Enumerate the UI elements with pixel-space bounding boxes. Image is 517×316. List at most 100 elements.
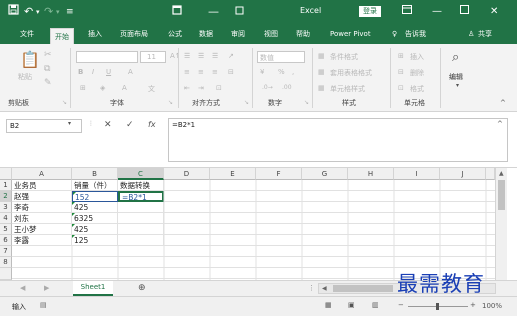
font-color-icon[interactable]: A (128, 68, 133, 76)
decrease-decimal-icon[interactable]: .00 (282, 84, 292, 91)
bold-button[interactable]: B (78, 68, 83, 76)
cell-styles-icon[interactable]: ▦ (318, 84, 325, 92)
increase-indent-icon[interactable]: ⇥ (198, 84, 204, 92)
tab-formulas[interactable]: 公式 (168, 28, 182, 40)
tab-insert[interactable]: 插入 (88, 28, 102, 40)
zoom-slider[interactable] (408, 303, 468, 310)
font-color-2-icon[interactable]: A (122, 84, 127, 92)
format-table-icon[interactable]: ▦ (318, 68, 325, 76)
normal-view-icon[interactable]: ▦ (325, 301, 332, 309)
font-size-select[interactable]: 11 (140, 51, 166, 63)
next-sheet-icon[interactable]: ▶ (44, 284, 49, 292)
format-cells-icon[interactable]: ⊡ (398, 84, 404, 92)
column-header[interactable]: E (210, 168, 256, 180)
login-button[interactable]: 登录 (359, 6, 381, 17)
align-bottom-icon[interactable]: ☰ (212, 52, 218, 60)
customize-icon[interactable]: ≡ (66, 4, 74, 20)
autosave-icon[interactable]: — (208, 4, 219, 20)
align-left-icon[interactable]: ≡ (184, 68, 190, 76)
tab-splitter[interactable]: ⋮ (308, 284, 315, 292)
formula-input[interactable]: =B2*1 (168, 118, 508, 162)
window-icon[interactable] (235, 4, 244, 20)
copy-icon[interactable]: ⧉ (44, 64, 50, 74)
comma-button[interactable]: , (292, 68, 294, 76)
column-header[interactable]: J (440, 168, 486, 180)
row-header[interactable]: 5 (0, 224, 12, 235)
share-button[interactable]: 共享 (478, 28, 492, 40)
fill-color-icon[interactable]: ◈ (100, 84, 105, 92)
tab-view[interactable]: 视图 (264, 28, 278, 40)
cancel-icon[interactable]: ✕ (104, 120, 112, 130)
collapse-ribbon-icon[interactable]: ^ (500, 99, 506, 107)
prev-sheet-icon[interactable]: ◀ (20, 284, 25, 292)
border-icon[interactable]: ⊞ (80, 84, 86, 92)
editing-button[interactable]: 编辑 (449, 72, 463, 82)
increase-decimal-icon[interactable]: .0→ (262, 84, 273, 91)
column-header[interactable]: C (118, 168, 164, 180)
zoom-slider-thumb[interactable] (436, 303, 439, 310)
tab-data[interactable]: 数据 (199, 28, 213, 40)
number-launcher-icon[interactable]: ↘ (304, 99, 309, 106)
wrap-text-icon[interactable]: ⊟ (228, 68, 234, 76)
row-header[interactable]: 3 (0, 202, 12, 213)
scroll-up-icon[interactable]: ▲ (499, 170, 504, 177)
conditional-format-button[interactable]: 条件格式 (330, 52, 358, 62)
italic-button[interactable]: I (92, 68, 94, 76)
column-header[interactable]: G (302, 168, 348, 180)
align-top-icon[interactable]: ☰ (184, 52, 190, 60)
column-header[interactable]: I (394, 168, 440, 180)
expand-formula-icon[interactable]: ^ (497, 120, 503, 128)
paste-icon[interactable]: 📋 (20, 50, 40, 69)
tab-power-pivot[interactable]: Power Pivot (330, 28, 371, 40)
column-header[interactable]: F (256, 168, 302, 180)
tab-home[interactable]: 开始 (50, 28, 74, 44)
insert-cells-button[interactable]: 插入 (410, 52, 424, 62)
save-icon[interactable] (8, 4, 19, 20)
zoom-level[interactable]: 100% (482, 302, 502, 310)
zoom-out-icon[interactable]: − (398, 301, 404, 309)
vertical-scrollbar[interactable]: ▲ (495, 168, 507, 280)
conditional-format-icon[interactable]: ▦ (318, 52, 325, 60)
undo-icon[interactable]: ↶ (24, 4, 33, 20)
column-header[interactable]: B (72, 168, 118, 180)
minimize-icon[interactable]: — (432, 4, 442, 20)
maximize-icon[interactable] (460, 4, 469, 20)
number-format-select[interactable]: 数值 (257, 51, 305, 63)
row-header[interactable]: 4 (0, 213, 12, 224)
zoom-in-icon[interactable]: + (470, 301, 476, 309)
close-icon[interactable]: ✕ (490, 4, 498, 20)
row-header[interactable]: 2 (0, 191, 12, 202)
row-header[interactable]: 1 (0, 180, 12, 191)
redo-icon[interactable]: ↷ (44, 4, 53, 20)
insert-function-icon[interactable]: fx (148, 120, 156, 129)
tab-review[interactable]: 审阅 (231, 28, 245, 40)
insert-cells-icon[interactable]: ⊞ (398, 52, 404, 60)
tab-file[interactable]: 文件 (20, 28, 34, 40)
redo-dropdown-icon[interactable]: ▾ (56, 4, 60, 20)
font-name-select[interactable] (76, 51, 138, 63)
align-right-icon[interactable]: ≡ (212, 68, 218, 76)
page-break-view-icon[interactable]: ▥ (372, 301, 379, 309)
increase-font-icon[interactable]: A↑ (170, 52, 181, 60)
undo-dropdown-icon[interactable]: ▾ (36, 4, 40, 20)
select-all-corner[interactable] (0, 168, 12, 180)
search-icon[interactable]: ⌕ (452, 50, 459, 65)
align-center-icon[interactable]: ≡ (198, 68, 204, 76)
row-header[interactable]: 6 (0, 235, 12, 246)
tab-page-layout[interactable]: 页面布局 (120, 28, 148, 40)
page-layout-view-icon[interactable]: ▣ (348, 301, 355, 309)
editing-dropdown-icon[interactable]: ▾ (456, 82, 459, 89)
format-painter-icon[interactable]: ✎ (44, 78, 52, 88)
alignment-launcher-icon[interactable]: ↘ (244, 99, 249, 106)
format-table-button[interactable]: 套用表格格式 (330, 68, 372, 78)
font-launcher-icon[interactable]: ↘ (168, 99, 173, 106)
macro-record-icon[interactable]: ▤ (40, 301, 47, 309)
decrease-indent-icon[interactable]: ⇤ (184, 84, 190, 92)
currency-icon[interactable]: ¥ (260, 68, 264, 76)
column-header[interactable]: D (164, 168, 210, 180)
name-box-dropdown-icon[interactable]: ▾ (68, 120, 71, 127)
column-header[interactable]: H (348, 168, 394, 180)
add-sheet-icon[interactable]: ⊕ (138, 283, 146, 293)
ribbon-display-icon[interactable] (402, 4, 412, 20)
sheet-tab-sheet1[interactable]: Sheet1 (73, 281, 113, 296)
